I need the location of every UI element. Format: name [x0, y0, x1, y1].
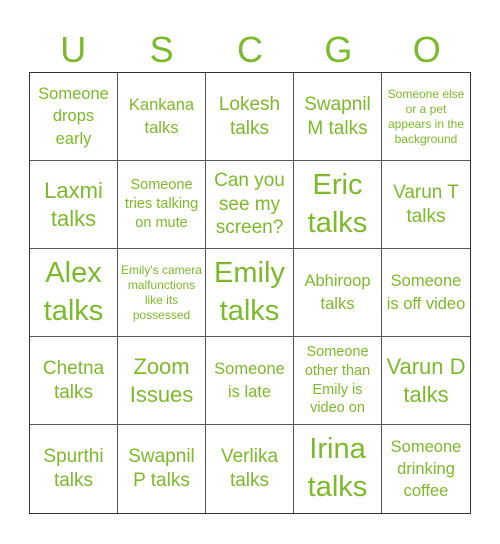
- bingo-cell-r3c3[interactable]: Emily talks: [206, 249, 294, 337]
- bingo-cell-r3c1[interactable]: Alex talks: [30, 249, 118, 337]
- bingo-cell-r1c1[interactable]: Someone drops early: [30, 73, 118, 161]
- bingo-cell-r4c4[interactable]: Someone other than Emily is video on: [294, 337, 382, 425]
- bingo-cell-r4c5[interactable]: Varun D talks: [382, 337, 470, 425]
- bingo-cell-r3c4[interactable]: Abhiroop talks: [294, 249, 382, 337]
- header-letter-g: G: [324, 29, 353, 70]
- bingo-cell-r1c3[interactable]: Lokesh talks: [206, 73, 294, 161]
- bingo-cell-r5c2[interactable]: Swapnil P talks: [118, 425, 206, 513]
- header-letter-u: U: [60, 29, 87, 70]
- header-letter-c: C: [236, 29, 263, 70]
- bingo-cell-r5c1[interactable]: Spurthi talks: [30, 425, 118, 513]
- bingo-cell-r5c5[interactable]: Someone drinking coffee: [382, 425, 470, 513]
- bingo-cell-r5c3[interactable]: Verlika talks: [206, 425, 294, 513]
- bingo-cell-r4c3[interactable]: Someone is late: [206, 337, 294, 425]
- bingo-cell-r1c2[interactable]: Kankana talks: [118, 73, 206, 161]
- bingo-cell-r1c4[interactable]: Swapnil M talks: [294, 73, 382, 161]
- bingo-grid: Someone drops early Kankana talks Lokesh…: [29, 72, 471, 514]
- bingo-cell-r2c1[interactable]: Laxmi talks: [30, 161, 118, 249]
- bingo-cell-r2c4[interactable]: Eric talks: [294, 161, 382, 249]
- bingo-cell-r5c4[interactable]: Irina talks: [294, 425, 382, 513]
- bingo-cell-r4c1[interactable]: Chetna talks: [30, 337, 118, 425]
- bingo-cell-r2c3[interactable]: Can you see my screen?: [206, 161, 294, 249]
- bingo-cell-r1c5[interactable]: Someone else or a pet appears in the bac…: [382, 73, 470, 161]
- bingo-cell-r3c5[interactable]: Someone is off video: [382, 249, 470, 337]
- bingo-header: U S C G O: [29, 28, 471, 72]
- header-letter-s: S: [149, 29, 174, 70]
- bingo-cell-r2c2[interactable]: Someone tries talking on mute: [118, 161, 206, 249]
- bingo-cell-r2c5[interactable]: Varun T talks: [382, 161, 470, 249]
- bingo-cell-r3c2[interactable]: Emily's camera malfunctions like its pos…: [118, 249, 206, 337]
- header-letter-o: O: [412, 29, 441, 70]
- bingo-cell-r4c2[interactable]: Zoom Issues: [118, 337, 206, 425]
